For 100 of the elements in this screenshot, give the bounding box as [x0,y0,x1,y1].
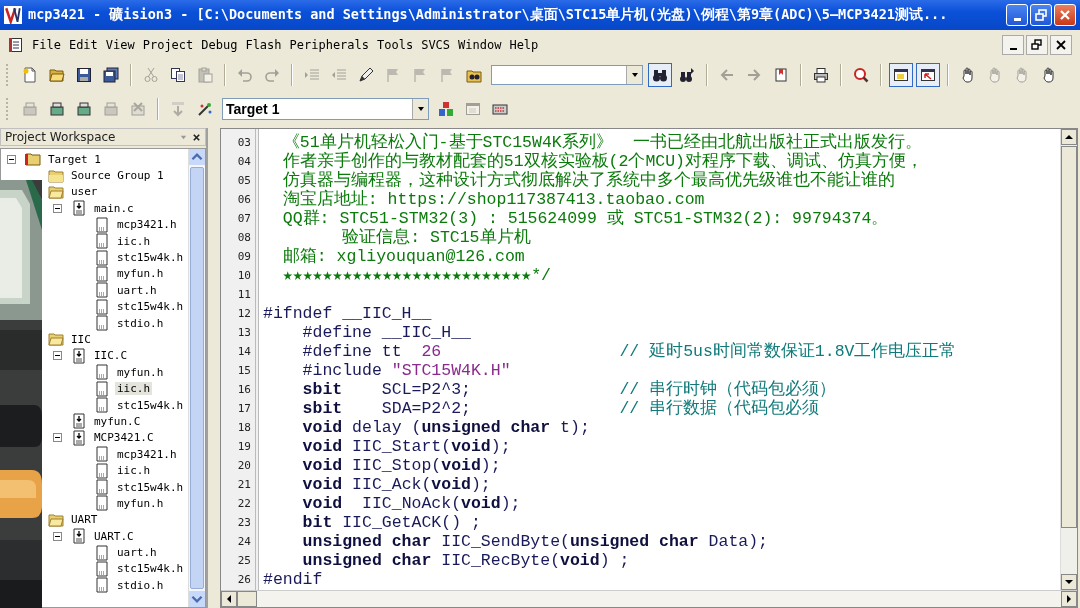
menu-item[interactable]: Tools [373,36,418,54]
menu-item[interactable]: Project [138,36,198,54]
code-line: void IIC_Start(void); [301,437,511,456]
header-file-icon [94,282,110,299]
header-file-icon [94,298,110,315]
menu-item[interactable]: Edit [64,36,102,54]
code-line: void IIC_NoAck(void); [301,494,521,513]
menu-item[interactable]: Flash [241,36,286,54]
line-number: 11 [236,287,252,303]
code-line: #ifndef __IIC_H__ [263,304,432,323]
tree-item[interactable]: myfun.C [92,414,143,428]
line-number: 18 [236,420,252,436]
wand-icon[interactable] [197,101,213,117]
collapse-toggle[interactable] [53,531,62,541]
menu-item[interactable]: Window [454,36,506,54]
tree-item[interactable]: stdio.h [115,578,166,592]
tree-item[interactable]: stc15w4k.h [115,300,186,314]
menu-item[interactable]: Debug [197,36,242,54]
tree-item[interactable]: main.c [92,201,136,215]
restore-icon [1030,38,1044,52]
scrollbar[interactable] [1060,129,1077,590]
minimize-button[interactable] [1002,35,1024,55]
close-icon [1054,38,1068,52]
tree-item[interactable]: MCP3421.C [92,431,156,445]
scroll-thumb[interactable] [237,591,257,607]
tree-item[interactable]: IIC [69,333,93,346]
tree-item[interactable]: iic.h [115,234,153,248]
line-number: 19 [236,439,252,455]
scroll-up-icon[interactable] [1061,129,1077,145]
dropdown[interactable] [491,65,643,85]
scroll-right-icon[interactable] [1061,591,1077,607]
tree-item[interactable]: Target 1 [46,152,103,166]
line-number: 14 [236,344,252,360]
scroll-down-icon[interactable] [1061,574,1077,590]
scrollbar[interactable] [221,590,1077,607]
hand-icon[interactable] [960,67,976,83]
restore-button[interactable] [1026,35,1048,55]
collapse-toggle[interactable] [53,433,62,443]
printer-icon[interactable] [813,67,829,83]
header-file-icon [94,479,110,495]
tree-item[interactable]: stdio.h [115,316,166,330]
book-icon[interactable] [773,67,789,83]
tree-item[interactable]: iic.h [115,382,153,396]
close-icon[interactable] [192,132,201,142]
tree-item[interactable]: stc15w4k.h [115,480,186,494]
scroll-thumb[interactable] [190,167,204,589]
tree-item[interactable]: IIC.C [92,349,130,363]
code-comment: // 串行时钟（代码包必须） [619,380,837,399]
line-number: 15 [236,363,252,379]
magnifier-icon[interactable] [853,67,869,83]
scroll-thumb[interactable] [1061,146,1077,528]
open-folder-icon[interactable] [49,67,65,83]
header-file-icon [94,249,110,266]
build-icon[interactable] [49,101,65,117]
tree-item[interactable]: myfun.h [115,496,166,510]
code-editor[interactable] [220,128,1078,608]
tree-item[interactable]: iic.h [115,464,153,478]
menu-item[interactable]: View [101,36,139,54]
binoculars-icon[interactable] [679,67,695,83]
line-number: 25 [236,553,252,569]
collapse-toggle[interactable] [53,351,62,361]
line-number: 26 [236,572,252,588]
build-icon[interactable] [76,101,92,117]
menu-item[interactable]: Peripherals [285,36,374,54]
tree-item[interactable]: UART.C [92,529,136,543]
code-line: bit IIC_GetACK() ; [301,513,481,532]
tree-item[interactable]: stc15w4k.h [115,398,186,412]
code-line: 仿真器与编程器，这种设计方式彻底解决了系统中多个最高优先级谁也不能让谁的 [281,171,895,190]
pen-icon[interactable] [358,67,374,83]
collapse-toggle[interactable] [53,203,62,213]
scrollbar[interactable] [188,149,205,607]
tree-item[interactable]: uart.h [115,283,159,297]
save-all-icon[interactable] [103,67,119,83]
tree-item[interactable]: mcp3421.h [115,447,179,461]
tree-item[interactable]: Source Group 1 [69,169,166,183]
tree-item[interactable]: user [69,185,100,199]
tree-item[interactable]: UART [69,513,100,527]
folder-search-icon[interactable] [466,67,482,83]
tree-item[interactable]: mcp3421.h [115,218,179,232]
menu-item[interactable]: SVCS [417,36,455,54]
menu-item[interactable]: File [28,36,65,54]
close-button[interactable] [1050,35,1072,55]
new-file-icon[interactable] [22,67,38,83]
dropdown[interactable]: Target 1 [222,98,429,120]
keyboard-icon[interactable] [492,101,508,117]
tree-item[interactable]: myfun.h [115,365,166,379]
save-icon[interactable] [76,67,92,83]
scroll-left-icon[interactable] [221,591,237,607]
hand-icon[interactable] [1041,67,1057,83]
document-icon[interactable] [8,37,24,53]
menu-item[interactable]: Help [505,36,543,54]
blocks-icon[interactable] [438,101,454,117]
tree-item[interactable]: uart.h [115,546,159,560]
tree-item[interactable]: stc15w4k.h [115,251,186,265]
tree-item[interactable]: stc15w4k.h [115,562,186,576]
line-number: 16 [236,382,252,398]
copy-icon[interactable] [170,67,186,83]
code-line: QQ群: STC51-STM32(3) : 515624099 或 STC51-STM32(2): 99794374。 [281,209,889,228]
collapse-toggle[interactable] [7,154,16,164]
tree-item[interactable]: myfun.h [115,267,166,281]
